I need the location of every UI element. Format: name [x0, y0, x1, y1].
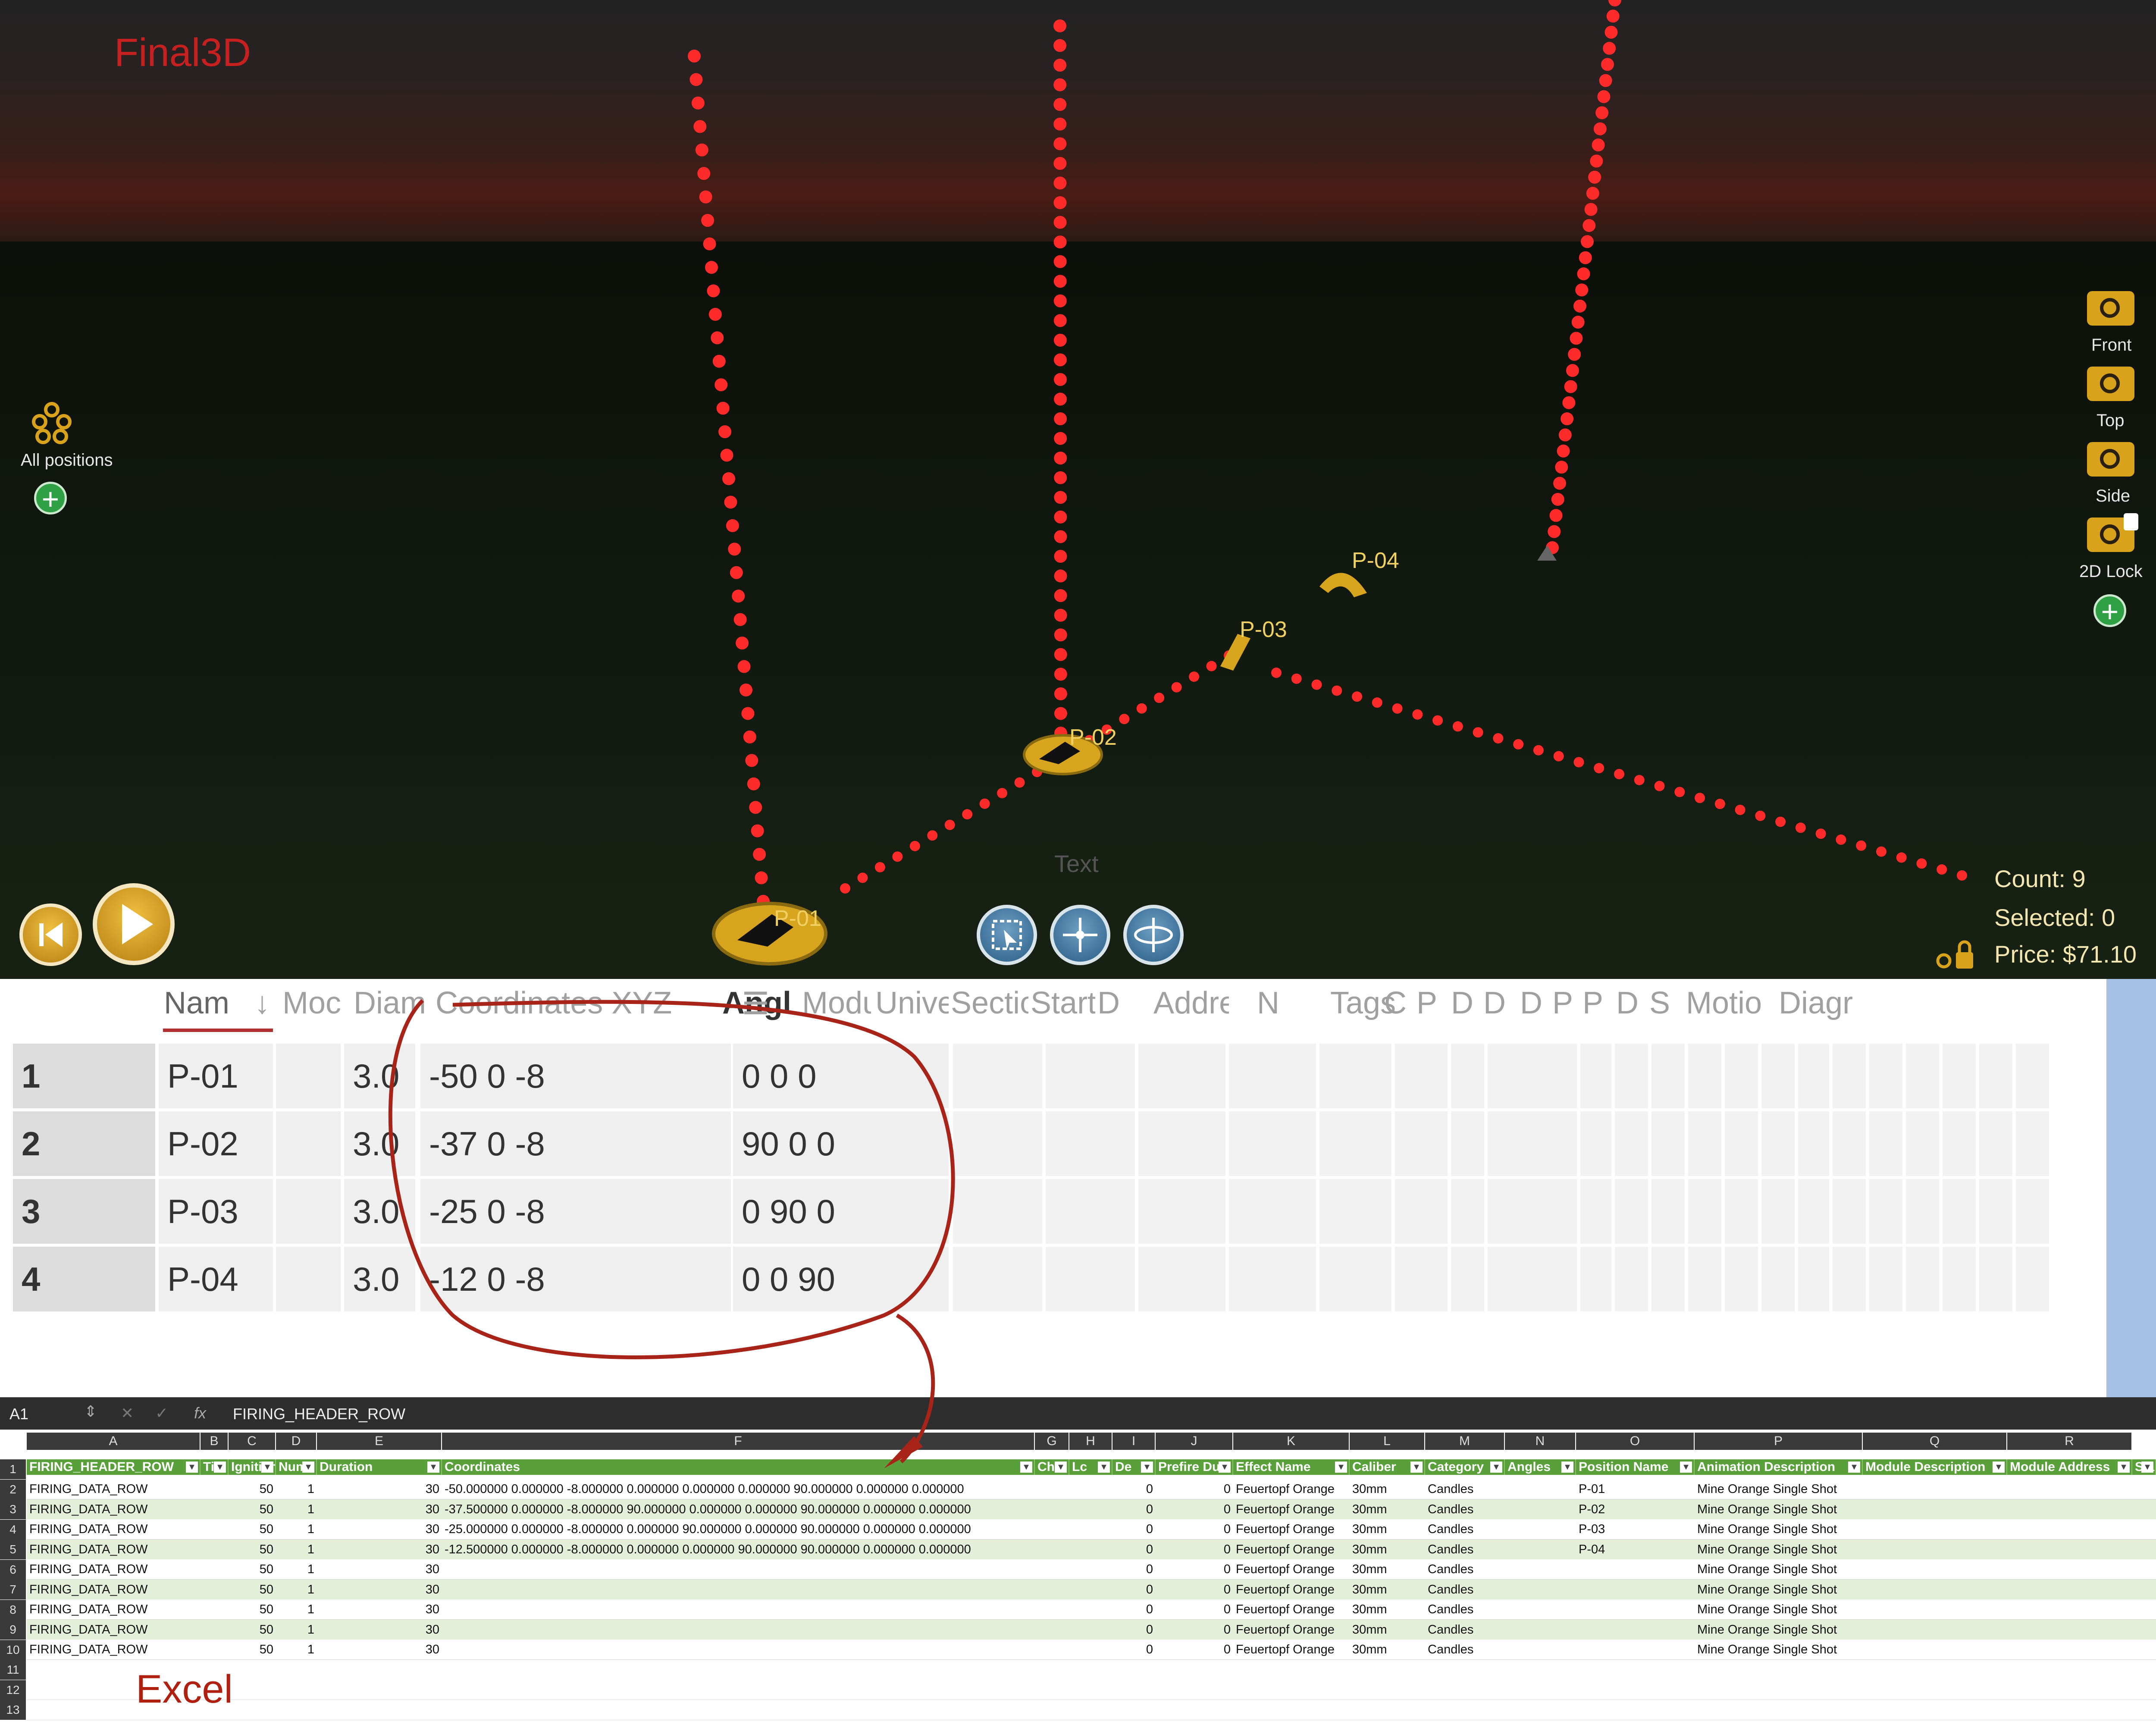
annotation-circle — [388, 999, 955, 1359]
annotation-overlay — [388, 999, 955, 1468]
annotation-arrowhead — [884, 1436, 923, 1468]
excel-annotation: Excel — [136, 1667, 233, 1711]
